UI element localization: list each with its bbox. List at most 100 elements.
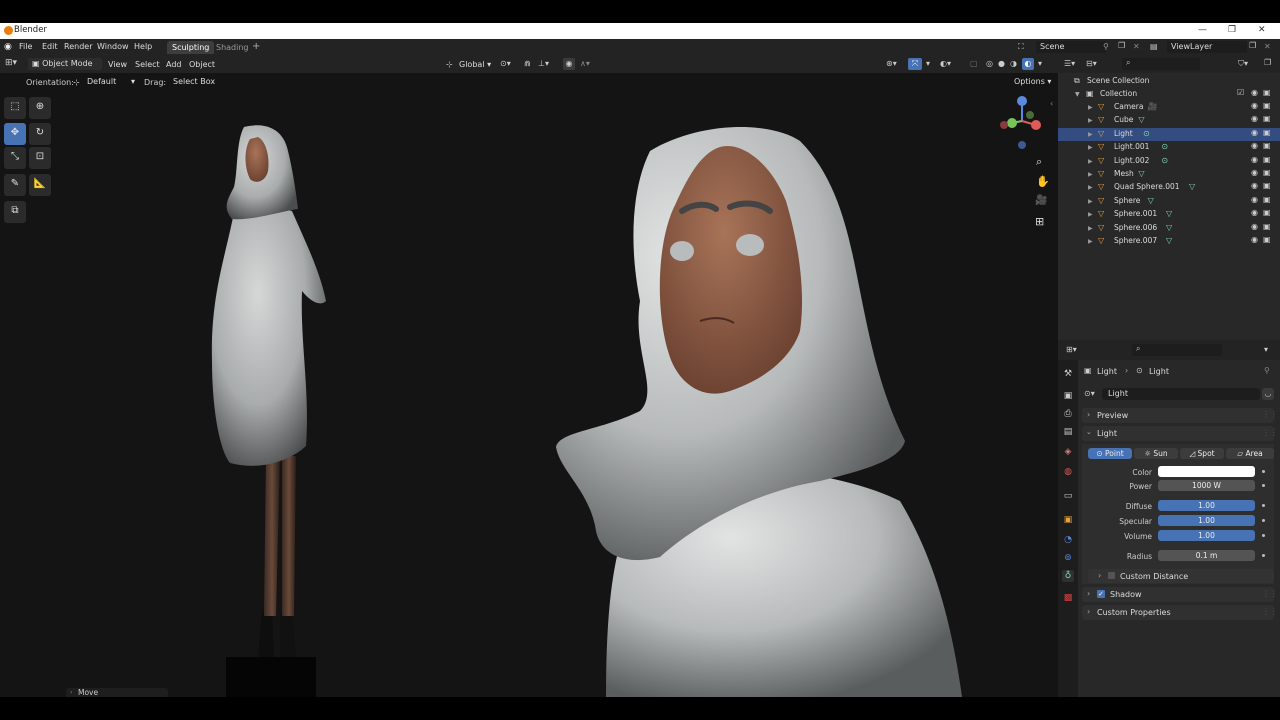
eye-icon[interactable]: ◉ [1251, 168, 1258, 177]
keyframe-dot[interactable] [1262, 504, 1265, 507]
outliner-item-sphere[interactable]: ▶ ▽ Sphere ▽ ◉ ▣ [1058, 195, 1280, 208]
properties-search-input[interactable]: ⌕ [1132, 344, 1222, 356]
blender-menu-icon[interactable]: ◉ [4, 42, 12, 52]
close-icon[interactable]: ✕ [1258, 25, 1266, 35]
new-scene-icon[interactable]: ❐ [1118, 41, 1125, 50]
drag-handle-icon[interactable]: ⋮⋮ [1262, 589, 1278, 598]
tab-sculpting[interactable]: Sculpting [167, 41, 215, 54]
outliner-scene-collection[interactable]: ⧉ Scene Collection [1058, 75, 1280, 88]
gizmo-y-axis[interactable] [1007, 118, 1017, 128]
eye-icon[interactable]: ◉ [1251, 195, 1258, 204]
solid-shading-icon[interactable]: ● [998, 59, 1005, 68]
eye-icon[interactable]: ◉ [1251, 155, 1258, 164]
light-data-icon[interactable]: ⊙ [1143, 129, 1150, 138]
camera-icon[interactable]: ▣ [1263, 222, 1271, 231]
outliner-item-cube[interactable]: ▶ ▽ Cube ▽ ◉ ▣ [1058, 114, 1280, 127]
outliner-item-camera[interactable]: ▶ ▽ Camera 🎥 ◉ ▣ [1058, 101, 1280, 114]
shadow-checkbox[interactable]: ✓ [1097, 590, 1105, 598]
drag-handle-icon[interactable]: ⋮⋮ [1262, 607, 1278, 616]
rendered-shading-icon[interactable]: ◐ [1022, 58, 1034, 70]
expand-arrow-icon[interactable]: ▶ [1088, 211, 1093, 218]
expand-arrow-icon[interactable]: ▶ [1088, 158, 1093, 165]
menu-edit[interactable]: Edit [42, 42, 58, 51]
gizmo-z-axis[interactable] [1017, 96, 1027, 106]
expand-arrow-icon[interactable]: ▶ [1088, 171, 1093, 178]
scale-tool[interactable]: ⤡ [4, 147, 26, 169]
light-datablock-icon[interactable]: ⊙▾ [1084, 389, 1095, 398]
move-tool[interactable]: ✥ [4, 123, 26, 145]
mesh-data-icon[interactable]: ▽ [1166, 209, 1172, 218]
keyframe-dot[interactable] [1262, 519, 1265, 522]
gizmo-neg-x-axis[interactable] [1000, 121, 1008, 129]
outliner-item-light-001[interactable]: ▶ ▽ Light.001 ⊙ ◉ ▣ [1058, 141, 1280, 154]
light-panel-header[interactable]: ⌄ Light ⋮⋮ [1082, 426, 1278, 441]
specular-field[interactable]: 1.00 [1158, 515, 1255, 526]
view-layer-selector[interactable]: ViewLayer [1167, 41, 1247, 53]
sidebar-toggle-icon[interactable]: ‹ [1050, 99, 1053, 108]
add-cube-tool[interactable]: ⧉ [4, 201, 26, 223]
cursor-tool[interactable]: ⊕ [29, 97, 51, 119]
mesh-data-icon[interactable]: ▽ [1138, 115, 1144, 124]
rotate-tool[interactable]: ↻ [29, 123, 51, 145]
visibility-icon[interactable]: ⊛▾ [886, 59, 897, 68]
minimize-icon[interactable]: — [1198, 25, 1207, 35]
camera-icon[interactable]: ▣ [1263, 141, 1271, 150]
menu-file[interactable]: File [19, 42, 32, 51]
drag-dropdown[interactable]: Select Box ▾ [169, 76, 225, 98]
gizmo-dropdown-icon[interactable]: ▾ [926, 59, 930, 68]
outliner-collection[interactable]: ▼ ▣ Collection ☑ ◉ ▣ [1058, 88, 1280, 101]
camera-icon[interactable]: ▣ [1263, 128, 1271, 137]
collapse-arrow-icon[interactable]: ▼ [1075, 91, 1080, 98]
delete-scene-icon[interactable]: ✕ [1133, 42, 1140, 51]
outliner-editor-type-icon[interactable]: ☰▾ [1064, 59, 1075, 68]
expand-arrow-icon[interactable]: ▶ [1088, 117, 1093, 124]
menu-render[interactable]: Render [64, 42, 92, 51]
outliner-item-sphere-007[interactable]: ▶ ▽ Sphere.007 ▽ ◉ ▣ [1058, 235, 1280, 248]
scene-selector[interactable]: Scene [1036, 41, 1106, 53]
keyframe-dot[interactable] [1262, 470, 1265, 473]
mesh-data-icon[interactable]: ▽ [1148, 196, 1154, 205]
camera-icon[interactable]: ▣ [1263, 235, 1271, 244]
overlay-icon[interactable]: ◐▾ [940, 59, 951, 68]
outliner-item-quad-sphere-001[interactable]: ▶ ▽ Quad Sphere.001 ▽ ◉ ▣ [1058, 181, 1280, 194]
orientation-dropdown[interactable]: Default ▾ [83, 76, 139, 88]
filter-icon[interactable]: ⛉▾ [1238, 59, 1248, 69]
outliner-item-sphere-001[interactable]: ▶ ▽ Sphere.001 ▽ ◉ ▣ [1058, 208, 1280, 221]
volume-field[interactable]: 1.00 [1158, 530, 1255, 541]
maximize-icon[interactable]: ❐ [1228, 25, 1236, 35]
custom-distance-checkbox[interactable] [1108, 572, 1115, 579]
mesh-data-icon[interactable]: ▽ [1138, 169, 1144, 178]
eye-icon[interactable]: ◉ [1251, 141, 1258, 150]
menu-add[interactable]: Add [166, 60, 182, 69]
properties-options-icon[interactable]: ▾ [1264, 345, 1268, 354]
mesh-data-icon[interactable]: ▽ [1166, 223, 1172, 232]
proportional-edit-icon[interactable]: ◉ [563, 58, 575, 70]
keyframe-dot[interactable] [1262, 554, 1265, 557]
expand-arrow-icon[interactable]: ▶ [1088, 131, 1093, 138]
drag-handle-icon[interactable]: ⋮⋮ [1262, 410, 1278, 419]
light-data-icon[interactable]: ⊙ [1161, 156, 1168, 165]
shadow-panel-header[interactable]: › ✓ Shadow ⋮⋮ [1082, 587, 1278, 602]
select-box-tool[interactable]: ⬚ [4, 97, 26, 119]
outliner-search-input[interactable]: ⌕ [1122, 58, 1200, 70]
keyframe-dot[interactable] [1262, 484, 1265, 487]
color-field[interactable] [1158, 466, 1255, 477]
constraints-tab-icon[interactable]: ⊚ [1062, 552, 1074, 564]
camera-icon[interactable]: ▣ [1263, 208, 1271, 217]
material-shading-icon[interactable]: ◑ [1010, 59, 1017, 68]
eye-icon[interactable]: ◉ [1251, 128, 1258, 137]
light-data-tab-icon[interactable]: ♁ [1062, 570, 1074, 582]
tool-tab-icon[interactable]: ⚒ [1062, 368, 1074, 380]
light-type-sun[interactable]: ☼ Sun [1134, 448, 1178, 459]
gizmo-neg-y-axis[interactable] [1026, 111, 1034, 119]
diffuse-field[interactable]: 1.00 [1158, 500, 1255, 511]
shading-dropdown-icon[interactable]: ▾ [1038, 59, 1042, 68]
eye-icon[interactable]: ◉ [1251, 181, 1258, 190]
measure-tool[interactable]: 📐 [29, 174, 51, 196]
transform-tool[interactable]: ⊡ [29, 147, 51, 169]
physics-tab-icon[interactable]: ◔ [1062, 534, 1074, 546]
pin-icon[interactable]: ⚲ [1103, 42, 1109, 51]
light-data-icon[interactable]: ⊙ [1161, 142, 1168, 151]
camera-icon[interactable]: ▣ [1263, 181, 1271, 190]
object-tab-icon[interactable]: ▣ [1062, 514, 1074, 526]
